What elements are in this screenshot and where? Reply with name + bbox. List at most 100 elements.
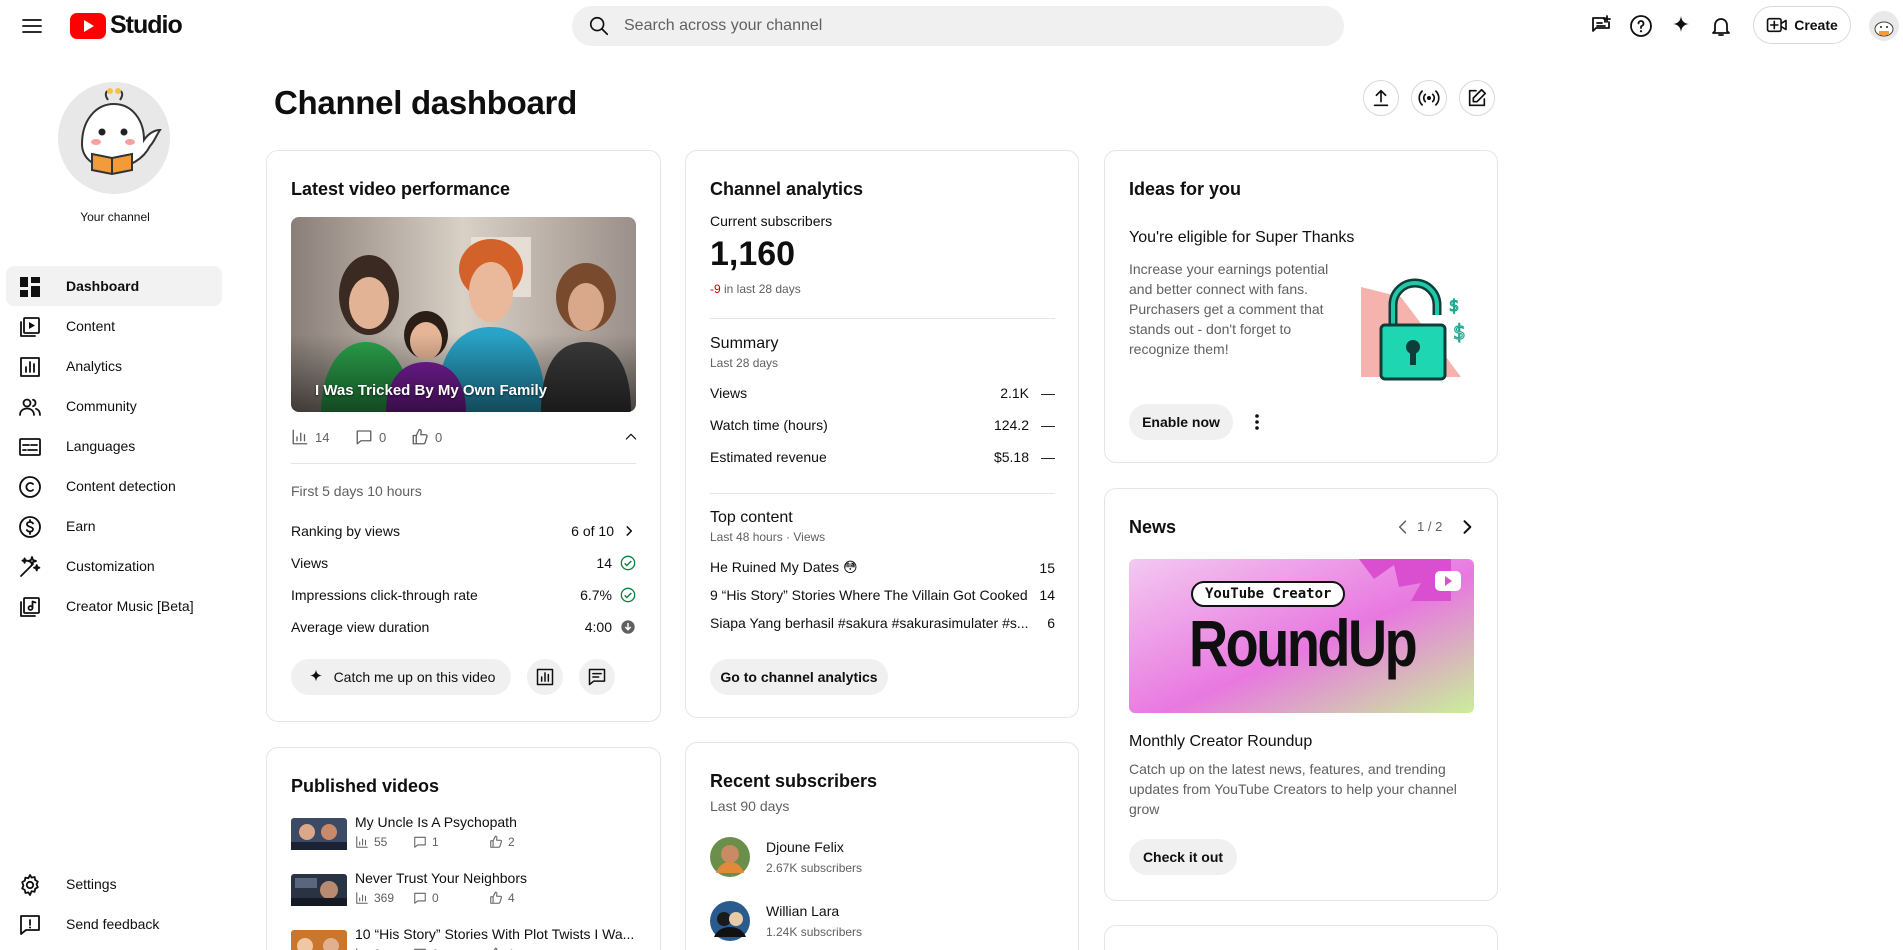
collapse-button[interactable] xyxy=(623,429,639,445)
published-video-item[interactable]: Never Trust Your Neighbors 369 0 4 xyxy=(291,870,636,914)
copyright-icon xyxy=(19,476,41,498)
subscribers-delta: -9 in last 28 days xyxy=(710,282,801,296)
account-avatar[interactable] xyxy=(1869,11,1899,41)
idea-body: Increase your earnings potential and bet… xyxy=(1129,261,1329,357)
search-input[interactable] xyxy=(624,17,1264,35)
views-count: 55 xyxy=(374,835,388,849)
row-label: Views xyxy=(710,385,748,401)
news-next-button[interactable] xyxy=(1457,517,1477,537)
banner-word: RoundUp xyxy=(1189,606,1418,680)
item-title: He Ruined My Dates 😳 xyxy=(710,559,858,575)
catch-me-up-label: Catch me up on this video xyxy=(333,669,496,685)
news-prev-button[interactable] xyxy=(1393,517,1413,537)
hamburger-menu-button[interactable] xyxy=(16,12,48,40)
content-icon xyxy=(20,317,40,337)
comments-inbox-button[interactable] xyxy=(1588,13,1614,39)
sidebar-item-label: Content xyxy=(66,318,116,334)
check-circle-icon xyxy=(620,555,636,571)
channel-avatar[interactable] xyxy=(58,82,170,194)
card-title: News xyxy=(1129,517,1177,537)
notifications-button[interactable] xyxy=(1708,13,1734,39)
enable-now-button[interactable]: Enable now xyxy=(1129,404,1233,440)
video-title: Never Trust Your Neighbors xyxy=(355,870,527,886)
create-button[interactable]: Create xyxy=(1753,6,1851,44)
search-bar[interactable] xyxy=(572,6,1344,46)
card-title: Channel analytics xyxy=(710,179,864,199)
top-content-item[interactable]: He Ruined My Dates 😳 15 xyxy=(710,559,1055,576)
catch-me-up-button[interactable]: Catch me up on this video xyxy=(291,659,511,695)
subscriber-count: 1.24K subscribers xyxy=(766,925,863,939)
subscriber-item[interactable]: Djoune Felix 2.67K subscribers xyxy=(710,837,1055,881)
subscriber-item[interactable]: Willian Lara 1.24K subscribers xyxy=(710,901,1055,945)
video-comments-button[interactable] xyxy=(579,659,615,695)
views-count: 14 xyxy=(315,429,330,445)
top-content-item[interactable]: 9 “His Story” Stories Where The Villain … xyxy=(710,587,1055,603)
likes-count: 2 xyxy=(508,835,515,849)
row-value: 124.2 xyxy=(993,417,1029,433)
help-button[interactable] xyxy=(1628,13,1654,39)
row-value: $5.18 xyxy=(993,449,1029,465)
delta-value: -9 xyxy=(710,282,721,296)
comments-count: 0 xyxy=(379,429,387,445)
ai-sparkle-button[interactable] xyxy=(1668,13,1694,39)
avd-row: Average view duration 4:00 xyxy=(291,619,636,635)
top-content-item[interactable]: Siapa Yang berhasil #sakura #sakurasimul… xyxy=(710,615,1055,631)
row-value: 2.1K xyxy=(1000,385,1029,401)
super-thanks-illustration: $ $ xyxy=(1353,267,1473,387)
page-title: Channel dashboard xyxy=(274,84,577,121)
svg-text:$: $ xyxy=(1453,320,1466,344)
summary-row-revenue: Estimated revenue $5.18 — xyxy=(710,449,1055,465)
check-it-out-button[interactable]: Check it out xyxy=(1129,839,1237,875)
video-thumbnail[interactable]: I Was Tricked By My Own Family xyxy=(291,217,636,412)
studio-logo[interactable]: Studio xyxy=(70,11,183,40)
video-thumbnail-icon xyxy=(291,818,347,850)
check-circle-icon xyxy=(620,587,636,603)
your-channel-label[interactable]: Your channel xyxy=(0,210,230,224)
create-post-button[interactable] xyxy=(1459,80,1495,116)
row-label: Average view duration xyxy=(291,619,430,635)
recent-subs-period: Last 90 days xyxy=(710,798,790,814)
sidebar-item-label: Settings xyxy=(66,876,117,892)
sidebar-item-customization[interactable]: Customization xyxy=(6,546,222,586)
go-to-analytics-button[interactable]: Go to channel analytics xyxy=(710,659,888,695)
sidebar-item-creator-music[interactable]: Creator Music [Beta] xyxy=(6,586,222,626)
video-plus-icon xyxy=(1766,17,1788,33)
latest-video-card: Latest video performance I Was Tricked B… xyxy=(266,150,661,722)
analytics-icon xyxy=(536,668,554,686)
sidebar-item-settings[interactable]: Settings xyxy=(6,864,222,904)
row-label: Ranking by views xyxy=(291,523,400,539)
sidebar-item-languages[interactable]: Languages xyxy=(6,426,222,466)
sidebar-item-send-feedback[interactable]: Send feedback xyxy=(6,904,222,944)
top-content-period: Last 48 hours · Views xyxy=(710,530,826,544)
sidebar-item-content-detection[interactable]: Content detection xyxy=(6,466,222,506)
item-title: 9 “His Story” Stories Where The Villain … xyxy=(710,587,1028,603)
customization-icon xyxy=(20,556,41,577)
video-analytics-button[interactable] xyxy=(527,659,563,695)
sidebar-item-dashboard[interactable]: Dashboard xyxy=(6,266,222,306)
divider xyxy=(291,463,636,464)
upload-videos-button[interactable] xyxy=(1363,80,1399,116)
more-options-button[interactable] xyxy=(1247,412,1267,432)
row-value: 14 xyxy=(596,555,612,571)
sidebar-item-analytics[interactable]: Analytics xyxy=(6,346,222,386)
sidebar-item-earn[interactable]: Earn xyxy=(6,506,222,546)
go-live-button[interactable] xyxy=(1411,80,1447,116)
published-video-item[interactable]: My Uncle Is A Psychopath 55 1 2 xyxy=(291,814,636,858)
row-label: Estimated revenue xyxy=(710,449,827,465)
analytics-icon xyxy=(20,357,40,377)
period-label: First 5 days 10 hours xyxy=(291,483,422,499)
ranking-row[interactable]: Ranking by views 6 of 10 xyxy=(291,523,636,539)
svg-text:$: $ xyxy=(1449,296,1459,315)
whale-mascot-icon xyxy=(58,82,170,194)
news-banner[interactable]: YouTube Creator RoundUp xyxy=(1129,559,1474,713)
message-plus-icon xyxy=(1592,15,1611,32)
row-label: Watch time (hours) xyxy=(710,417,828,433)
summary-row-watch-time: Watch time (hours) 124.2 — xyxy=(710,417,1055,433)
sidebar-item-community[interactable]: Community xyxy=(6,386,222,426)
enable-now-label: Enable now xyxy=(1142,414,1220,430)
chevron-right-icon xyxy=(1463,520,1472,534)
published-video-item[interactable]: 10 “His Story” Stories With Plot Twists … xyxy=(291,926,636,950)
check-it-out-label: Check it out xyxy=(1142,849,1224,865)
channel-analytics-card: Channel analytics Current subscribers 1,… xyxy=(685,150,1079,718)
sidebar-item-content[interactable]: Content xyxy=(6,306,222,346)
